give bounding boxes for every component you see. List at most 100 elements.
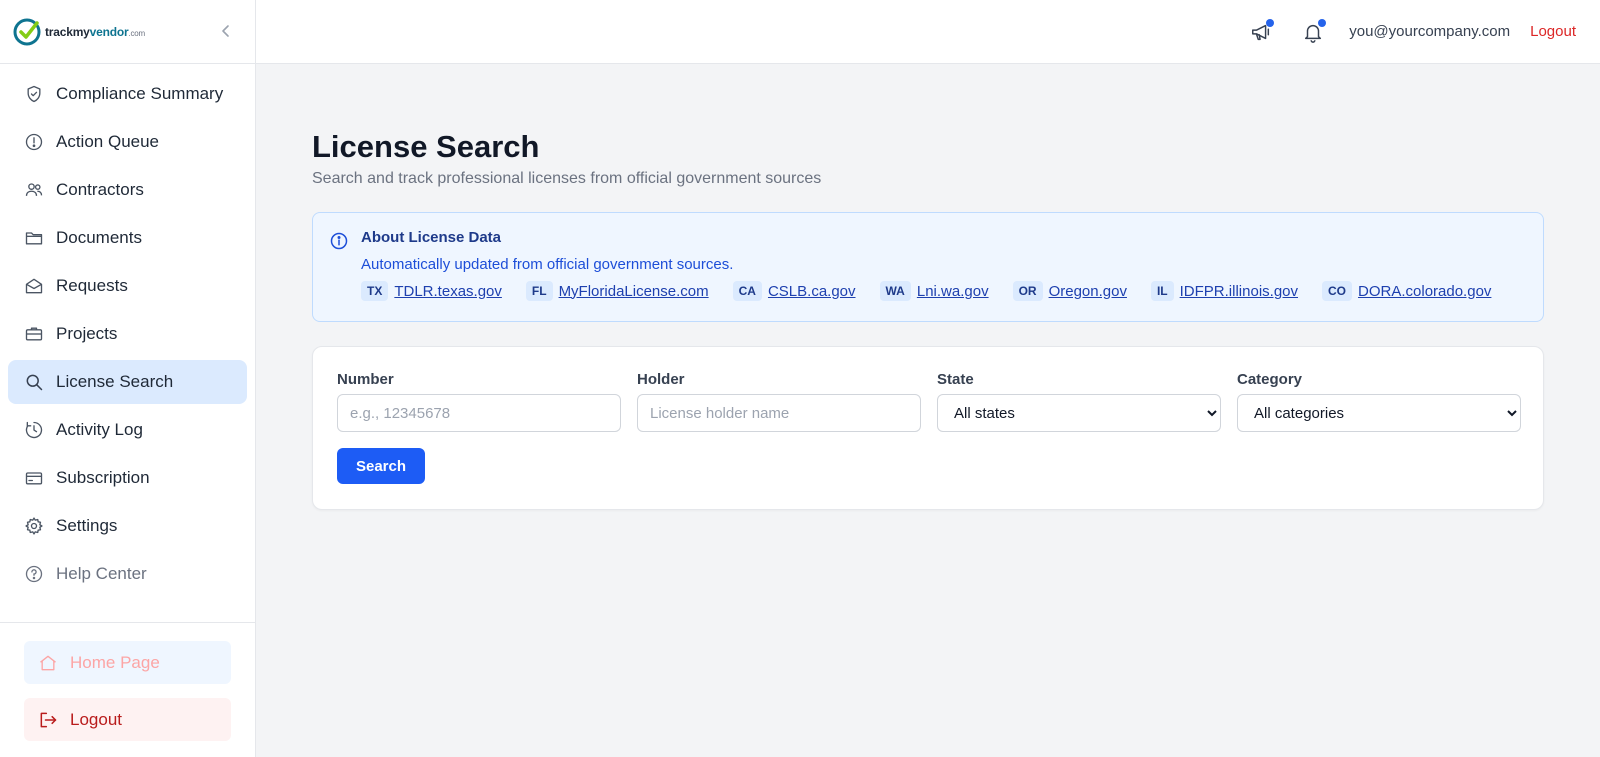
page-title: License Search xyxy=(312,129,540,164)
sidebar-footer: Home Page Logout xyxy=(0,622,255,757)
sidebar-item-contractors[interactable]: Contractors xyxy=(8,168,247,212)
source-item: CO DORA.colorado.gov xyxy=(1322,281,1491,301)
folder-icon xyxy=(25,232,43,245)
page-subtitle: Search and track professional licenses f… xyxy=(312,170,822,187)
number-field-group: Number xyxy=(337,371,621,432)
users-icon xyxy=(25,183,43,196)
holder-input[interactable] xyxy=(637,394,921,432)
state-badge: WA xyxy=(879,281,911,301)
search-fields: Number Holder State All states Category … xyxy=(337,371,1521,432)
gear-icon xyxy=(25,517,43,535)
category-field-group: Category All categories xyxy=(1237,371,1521,432)
help-circle-icon xyxy=(25,565,43,583)
brand-header: trackmyvendor.com xyxy=(0,0,255,64)
notifications-unread-dot xyxy=(1318,18,1327,27)
state-select[interactable]: All states xyxy=(937,394,1221,432)
credit-card-icon xyxy=(25,472,43,485)
sidebar-item-projects[interactable]: Projects xyxy=(8,312,247,356)
sidebar-logout-label: Logout xyxy=(70,709,122,729)
category-select[interactable]: All categories xyxy=(1237,394,1521,432)
logout-icon xyxy=(40,712,57,727)
source-link[interactable]: DORA.colorado.gov xyxy=(1358,283,1491,300)
source-item: IL IDFPR.illinois.gov xyxy=(1150,281,1298,301)
sidebar-nav: Compliance Summary Action Queue Contract… xyxy=(0,64,255,596)
home-icon xyxy=(40,655,56,670)
holder-label: Holder xyxy=(637,371,685,388)
source-list: TX TDLR.texas.gov FL MyFloridaLicense.com … xyxy=(361,281,1491,301)
sidebar-item-label: Projects xyxy=(56,324,118,343)
notifications-button[interactable] xyxy=(1297,16,1329,48)
home-page-label: Home Page xyxy=(70,652,160,672)
state-badge: CO xyxy=(1322,281,1353,301)
sidebar-item-label: Requests xyxy=(56,276,128,295)
sidebar-item-label: Compliance Summary xyxy=(56,84,224,103)
sidebar-item-help-center[interactable]: Help Center xyxy=(8,552,247,596)
source-item: CA CSLB.ca.gov xyxy=(732,281,856,301)
collapse-sidebar-button[interactable] xyxy=(217,22,235,40)
sidebar-item-label: License Search xyxy=(56,372,174,391)
user-email: you@yourcompany.com xyxy=(1349,23,1511,40)
number-input[interactable] xyxy=(337,394,621,432)
sidebar-item-label: Activity Log xyxy=(56,420,143,439)
source-link[interactable]: CSLB.ca.gov xyxy=(768,283,856,300)
sidebar-item-activity-log[interactable]: Activity Log xyxy=(8,408,247,452)
search-button[interactable]: Search xyxy=(337,448,425,484)
source-link[interactable]: TDLR.texas.gov xyxy=(394,283,502,300)
top-bar: you@yourcompany.com Logout xyxy=(256,0,1600,64)
mail-open-icon xyxy=(25,278,43,294)
sidebar-item-label: Help Center xyxy=(56,564,147,583)
source-item: OR Oregon.gov xyxy=(1012,281,1127,301)
sidebar-item-settings[interactable]: Settings xyxy=(8,504,247,548)
info-title: About License Data xyxy=(361,229,502,246)
sidebar-item-label: Subscription xyxy=(56,468,150,487)
source-link[interactable]: MyFloridaLicense.com xyxy=(559,283,709,300)
license-search-form: Number Holder State All states Category … xyxy=(312,346,1544,510)
category-label: Category xyxy=(1237,371,1303,388)
sidebar-item-subscription[interactable]: Subscription xyxy=(8,456,247,500)
sidebar-item-requests[interactable]: Requests xyxy=(8,264,247,308)
state-badge: TX xyxy=(361,281,389,301)
top-logout-link[interactable]: Logout xyxy=(1530,23,1576,40)
info-description: Automatically updated from official gove… xyxy=(361,256,734,273)
checkmark-logo-icon xyxy=(13,18,41,45)
state-badge: IL xyxy=(1150,281,1174,301)
shield-check-icon xyxy=(27,85,41,103)
source-item: TX TDLR.texas.gov xyxy=(361,281,502,301)
source-link[interactable]: IDFPR.illinois.gov xyxy=(1180,283,1298,300)
state-label: State xyxy=(937,371,974,388)
source-link[interactable]: Oregon.gov xyxy=(1049,283,1127,300)
sidebar-logout-button[interactable]: Logout xyxy=(24,698,231,741)
state-badge: CA xyxy=(732,281,762,301)
info-icon xyxy=(330,232,348,250)
alert-circle-icon xyxy=(25,133,43,151)
sidebar-item-license-search[interactable]: License Search xyxy=(8,360,247,404)
sidebar-item-label: Documents xyxy=(56,228,142,247)
source-item: WA Lni.wa.gov xyxy=(879,281,989,301)
announcements-button[interactable] xyxy=(1245,16,1277,48)
announcements-unread-dot xyxy=(1266,18,1275,27)
sidebar-item-label: Settings xyxy=(56,516,118,535)
source-link[interactable]: Lni.wa.gov xyxy=(917,283,989,300)
sidebar-item-documents[interactable]: Documents xyxy=(8,216,247,260)
sidebar-item-label: Contractors xyxy=(56,180,144,199)
holder-field-group: Holder xyxy=(637,371,921,432)
state-badge: FL xyxy=(525,281,553,301)
source-item: FL MyFloridaLicense.com xyxy=(525,281,709,301)
license-data-info-box: About License Data Automatically updated… xyxy=(312,212,1544,322)
search-icon xyxy=(26,374,43,391)
history-icon xyxy=(25,421,43,439)
briefcase-icon xyxy=(25,327,43,341)
state-field-group: State All states xyxy=(937,371,1221,432)
brand-logo[interactable]: trackmyvendor.com xyxy=(12,17,145,47)
sidebar: trackmyvendor.com Compliance Summary Act… xyxy=(0,0,256,757)
info-content: About License Data Automatically updated… xyxy=(361,229,1491,305)
home-page-button[interactable]: Home Page xyxy=(24,641,231,684)
brand-name: trackmyvendor.com xyxy=(45,24,145,39)
sidebar-item-label: Action Queue xyxy=(56,132,160,151)
state-badge: OR xyxy=(1012,281,1043,301)
sidebar-item-compliance-summary[interactable]: Compliance Summary xyxy=(8,72,247,116)
number-label: Number xyxy=(337,371,394,388)
main-content: License Search Search and track professi… xyxy=(312,128,1544,510)
sidebar-item-action-queue[interactable]: Action Queue xyxy=(8,120,247,164)
chevron-left-icon xyxy=(222,25,229,37)
